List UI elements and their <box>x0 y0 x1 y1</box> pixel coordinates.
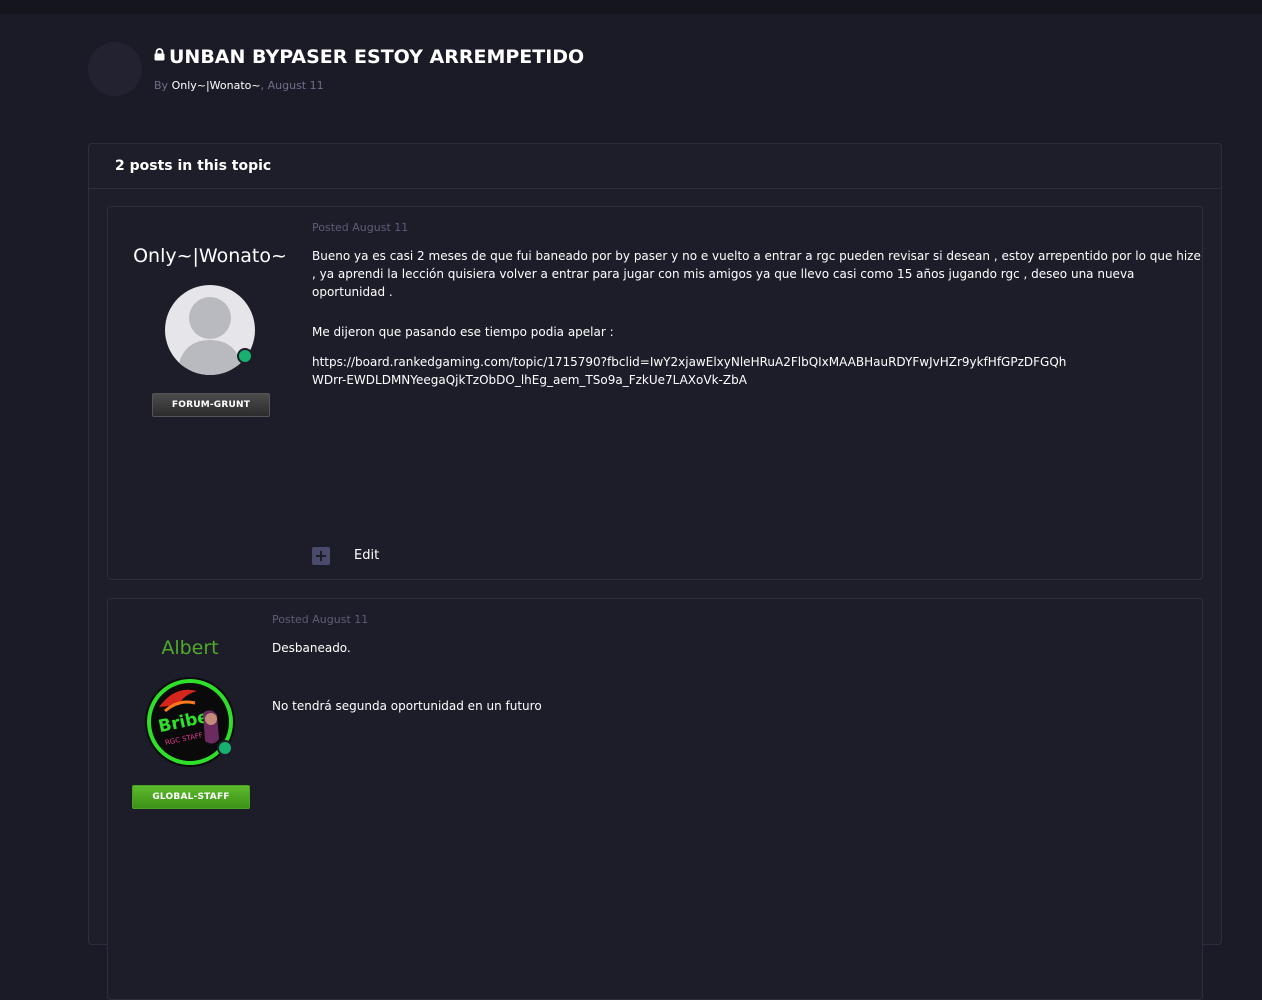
post-count-heading: 2 posts in this topic <box>89 144 1221 189</box>
online-status-indicator <box>237 348 253 364</box>
post-date: Posted August 11 <box>312 221 409 234</box>
rank-badge: FORUM-GRUNT <box>152 393 270 417</box>
topic-title-text: UNBAN BYPASER ESTOY ARREMPETIDO <box>169 46 585 68</box>
byline-label: By <box>154 79 169 92</box>
topic-byline: By Only~|Wonato~, August 11 <box>154 79 324 92</box>
post-author-name[interactable]: Only~|Wonato~ <box>108 245 312 267</box>
top-bar <box>0 0 1262 14</box>
post-author-name[interactable]: Albert <box>108 637 272 659</box>
post-paragraph: Bueno ya es casi 2 meses de que fui bane… <box>312 249 1201 299</box>
post: Only~|Wonato~ FORUM-GRUNT Posted August … <box>107 206 1203 580</box>
multiquote-plus-icon[interactable] <box>312 547 330 565</box>
post: Albert Bribe RGC STAFF GLOBAL-STAFF Post… <box>107 598 1203 1000</box>
post-link[interactable]: https://board.rankedgaming.com/topic/171… <box>312 353 1072 389</box>
byline-author-link[interactable]: Only~|Wonato~ <box>172 79 261 92</box>
topic-title: UNBAN BYPASER ESTOY ARREMPETIDO <box>154 46 584 69</box>
post-paragraph: Me dijeron que pasando ese tiempo podia … <box>312 325 614 339</box>
post-paragraph: No tendrá segunda oportunidad en un futu… <box>272 699 542 713</box>
post-date: Posted August 11 <box>272 613 369 626</box>
lock-icon <box>154 44 165 66</box>
online-status-indicator <box>217 740 233 756</box>
byline-date: , August 11 <box>260 79 324 92</box>
topic-author-avatar[interactable] <box>88 42 142 96</box>
rank-badge: GLOBAL-STAFF <box>132 785 250 809</box>
post-paragraph: Desbaneado. <box>272 641 351 655</box>
edit-button[interactable]: Edit <box>354 547 379 565</box>
posts-panel: 2 posts in this topic Only~|Wonato~ FORU… <box>88 143 1222 1000</box>
